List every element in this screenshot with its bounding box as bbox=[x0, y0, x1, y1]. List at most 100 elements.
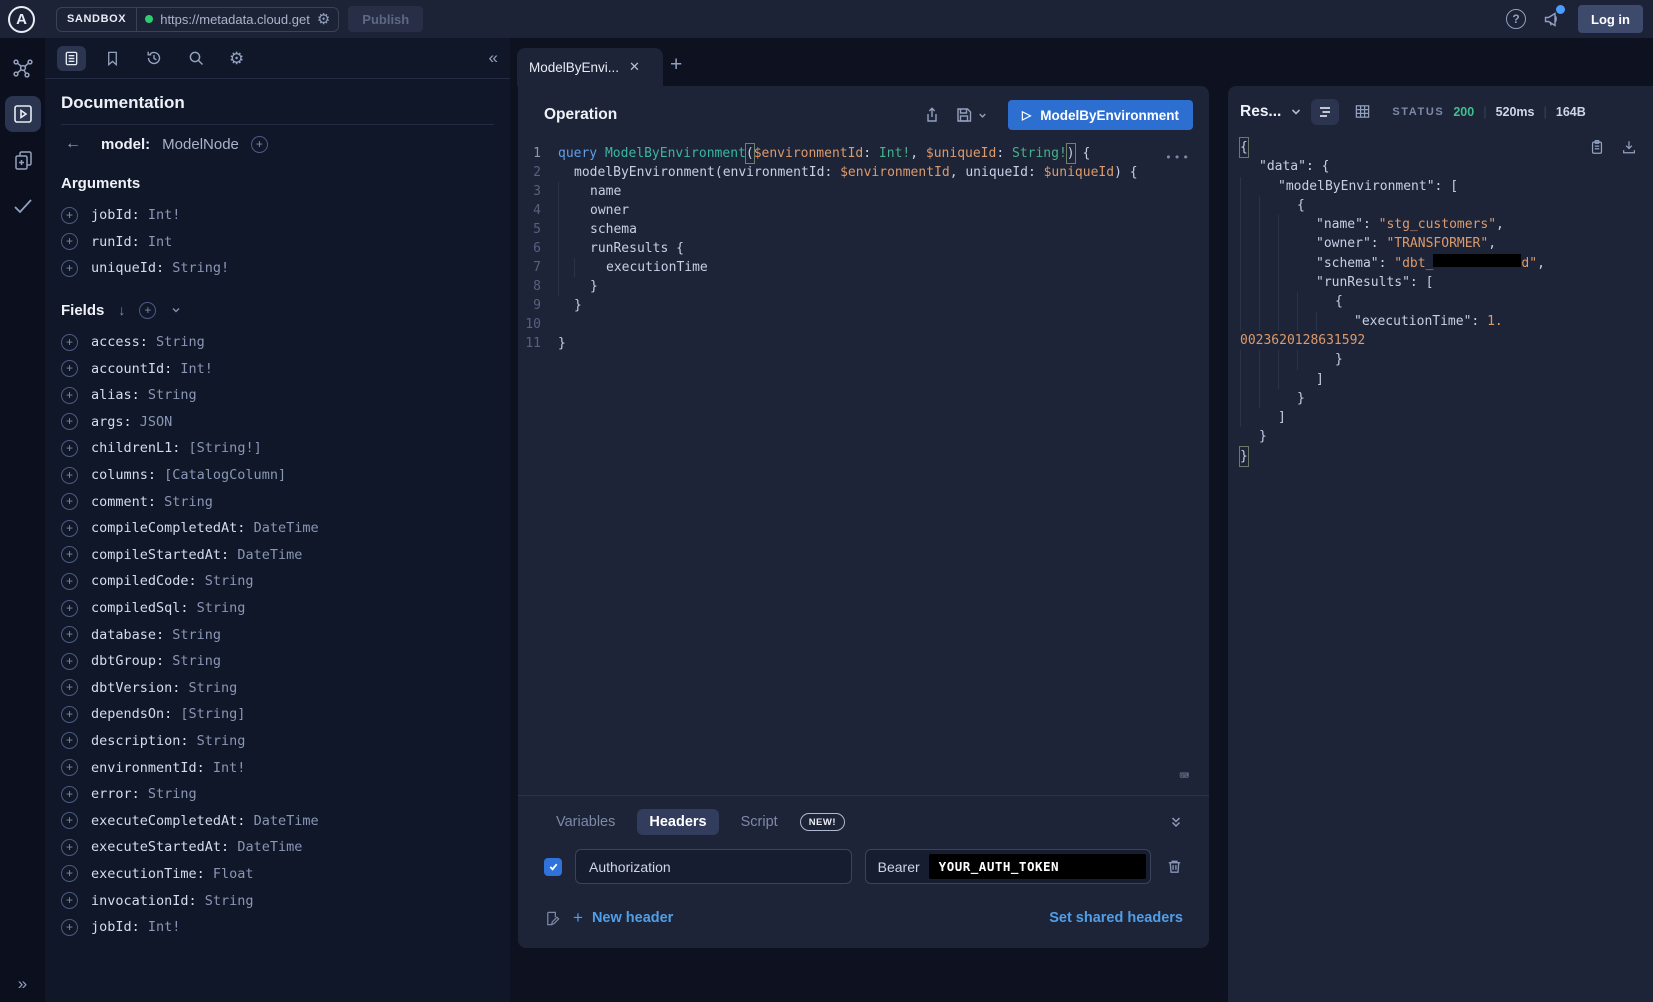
add-field-icon[interactable]: + bbox=[61, 413, 78, 430]
add-field-icon[interactable]: + bbox=[61, 387, 78, 404]
add-field-icon[interactable]: + bbox=[61, 653, 78, 670]
field-row[interactable]: +alias: String bbox=[61, 382, 494, 409]
add-field-icon[interactable]: + bbox=[61, 233, 78, 250]
field-row[interactable]: +args: JSON bbox=[61, 409, 494, 436]
response-title[interactable]: Res... bbox=[1240, 103, 1281, 121]
add-field-icon[interactable]: + bbox=[61, 260, 78, 277]
auth-token-chip[interactable]: YOUR_AUTH_TOKEN bbox=[929, 854, 1146, 879]
edit-headers-json-icon[interactable] bbox=[544, 910, 561, 927]
announcements-icon[interactable] bbox=[1542, 9, 1562, 29]
field-row[interactable]: +dependsOn: [String] bbox=[61, 701, 494, 728]
saved-operations-icon[interactable] bbox=[98, 46, 127, 71]
response-chevron-icon[interactable] bbox=[1290, 106, 1302, 118]
header-key-input[interactable]: Authorization bbox=[575, 849, 852, 884]
add-field-icon[interactable]: + bbox=[61, 493, 78, 510]
header-value-input[interactable]: Bearer YOUR_AUTH_TOKEN bbox=[865, 849, 1151, 884]
back-arrow-icon[interactable]: ← bbox=[65, 135, 81, 153]
field-row[interactable]: +comment: String bbox=[61, 488, 494, 515]
help-icon[interactable]: ? bbox=[1506, 9, 1526, 29]
add-field-icon[interactable]: + bbox=[61, 440, 78, 457]
editor-overflow-menu-icon[interactable]: ••• bbox=[1165, 148, 1191, 167]
field-row[interactable]: +jobId: Int! bbox=[61, 914, 494, 941]
field-row[interactable]: +dbtGroup: String bbox=[61, 648, 494, 675]
add-field-icon[interactable]: + bbox=[61, 520, 78, 537]
add-field-icon[interactable]: + bbox=[61, 919, 78, 936]
add-field-icon[interactable]: + bbox=[61, 600, 78, 617]
breadcrumb-type[interactable]: ModelNode bbox=[162, 136, 239, 153]
close-tab-icon[interactable]: ✕ bbox=[629, 59, 640, 75]
field-row[interactable]: +compileCompletedAt: DateTime bbox=[61, 515, 494, 542]
field-row[interactable]: +columns: [CatalogColumn] bbox=[61, 462, 494, 489]
response-body[interactable]: {"data": {"modelByEnvironment": [{"name"… bbox=[1228, 131, 1653, 466]
add-field-icon[interactable]: + bbox=[61, 360, 78, 377]
add-field-icon[interactable]: + bbox=[61, 732, 78, 749]
field-row[interactable]: +uniqueId: String! bbox=[61, 255, 494, 282]
save-operation-group[interactable] bbox=[955, 106, 988, 124]
new-header-button[interactable]: + New header bbox=[573, 908, 673, 928]
field-row[interactable]: +jobId: Int! bbox=[61, 202, 494, 229]
header-enabled-checkbox[interactable] bbox=[544, 858, 562, 876]
collapse-footer-icon[interactable] bbox=[1169, 815, 1183, 829]
add-field-icon[interactable]: + bbox=[61, 759, 78, 776]
explorer-settings-gear-icon[interactable]: ⚙ bbox=[223, 46, 250, 71]
connection-settings-gear-icon[interactable]: ⚙ bbox=[317, 12, 330, 27]
tab-variables[interactable]: Variables bbox=[544, 809, 627, 835]
fields-options-chevron-icon[interactable] bbox=[170, 304, 182, 316]
field-row[interactable]: +description: String bbox=[61, 728, 494, 755]
add-all-fields-button[interactable]: + bbox=[251, 136, 268, 153]
add-field-icon[interactable]: + bbox=[61, 839, 78, 856]
add-field-icon[interactable]: + bbox=[61, 467, 78, 484]
add-field-icon[interactable]: + bbox=[61, 207, 78, 224]
add-field-icon[interactable]: + bbox=[61, 706, 78, 723]
search-icon[interactable] bbox=[181, 45, 211, 71]
add-field-icon[interactable]: + bbox=[61, 892, 78, 909]
field-row[interactable]: +invocationId: String bbox=[61, 887, 494, 914]
field-row[interactable]: +dbtVersion: String bbox=[61, 675, 494, 702]
table-view-icon[interactable] bbox=[1348, 98, 1377, 125]
field-row[interactable]: +executeCompletedAt: DateTime bbox=[61, 807, 494, 834]
field-row[interactable]: +executeStartedAt: DateTime bbox=[61, 834, 494, 861]
add-field-icon[interactable]: + bbox=[61, 812, 78, 829]
publish-button[interactable]: Publish bbox=[348, 6, 423, 32]
keyboard-shortcuts-icon[interactable]: ⌨ bbox=[1179, 766, 1189, 785]
run-operation-button[interactable]: ▷ ModelByEnvironment bbox=[1008, 100, 1193, 130]
field-row[interactable]: +childrenL1: [String!] bbox=[61, 435, 494, 462]
add-field-icon[interactable]: + bbox=[61, 679, 78, 696]
new-tab-button[interactable]: + bbox=[670, 53, 682, 77]
field-row[interactable]: +executionTime: Float bbox=[61, 861, 494, 888]
field-row[interactable]: +access: String bbox=[61, 329, 494, 356]
explorer-icon[interactable] bbox=[5, 96, 41, 132]
add-fields-button[interactable]: + bbox=[139, 302, 156, 319]
schema-graph-icon[interactable] bbox=[5, 50, 41, 86]
delete-header-icon[interactable] bbox=[1166, 858, 1183, 875]
apollo-logo[interactable]: A bbox=[8, 6, 35, 33]
operation-tab[interactable]: ModelByEnvi... ✕ bbox=[517, 48, 663, 86]
add-field-icon[interactable]: + bbox=[61, 573, 78, 590]
sandbox-pages-icon[interactable] bbox=[5, 142, 41, 178]
field-row[interactable]: +compiledCode: String bbox=[61, 568, 494, 595]
tab-script[interactable]: Script bbox=[729, 809, 790, 835]
field-row[interactable]: +error: String bbox=[61, 781, 494, 808]
set-shared-headers-link[interactable]: Set shared headers bbox=[1049, 910, 1183, 926]
field-row[interactable]: +compiledSql: String bbox=[61, 595, 494, 622]
share-icon[interactable] bbox=[923, 106, 941, 124]
endpoint-url[interactable]: https://metadata.cloud.get bbox=[160, 12, 310, 27]
tab-headers[interactable]: Headers bbox=[637, 809, 718, 835]
add-field-icon[interactable]: + bbox=[61, 546, 78, 563]
field-row[interactable]: +accountId: Int! bbox=[61, 355, 494, 382]
collapse-panel-icon[interactable]: « bbox=[489, 48, 498, 68]
query-editor[interactable]: 1query ModelByEnvironment($environmentId… bbox=[518, 140, 1209, 795]
history-icon[interactable] bbox=[139, 45, 169, 71]
sort-fields-icon[interactable]: ↓ bbox=[118, 302, 125, 318]
field-row[interactable]: +runId: Int bbox=[61, 229, 494, 256]
field-row[interactable]: +database: String bbox=[61, 621, 494, 648]
field-row[interactable]: +environmentId: Int! bbox=[61, 754, 494, 781]
endpoint-url-box[interactable]: https://metadata.cloud.get ⚙ bbox=[137, 8, 338, 31]
add-field-icon[interactable]: + bbox=[61, 786, 78, 803]
copy-response-icon[interactable] bbox=[1589, 139, 1605, 155]
add-field-icon[interactable]: + bbox=[61, 334, 78, 351]
checks-icon[interactable] bbox=[5, 188, 41, 224]
expand-rail-icon[interactable]: » bbox=[0, 974, 45, 994]
download-response-icon[interactable] bbox=[1621, 139, 1637, 155]
add-field-icon[interactable]: + bbox=[61, 865, 78, 882]
